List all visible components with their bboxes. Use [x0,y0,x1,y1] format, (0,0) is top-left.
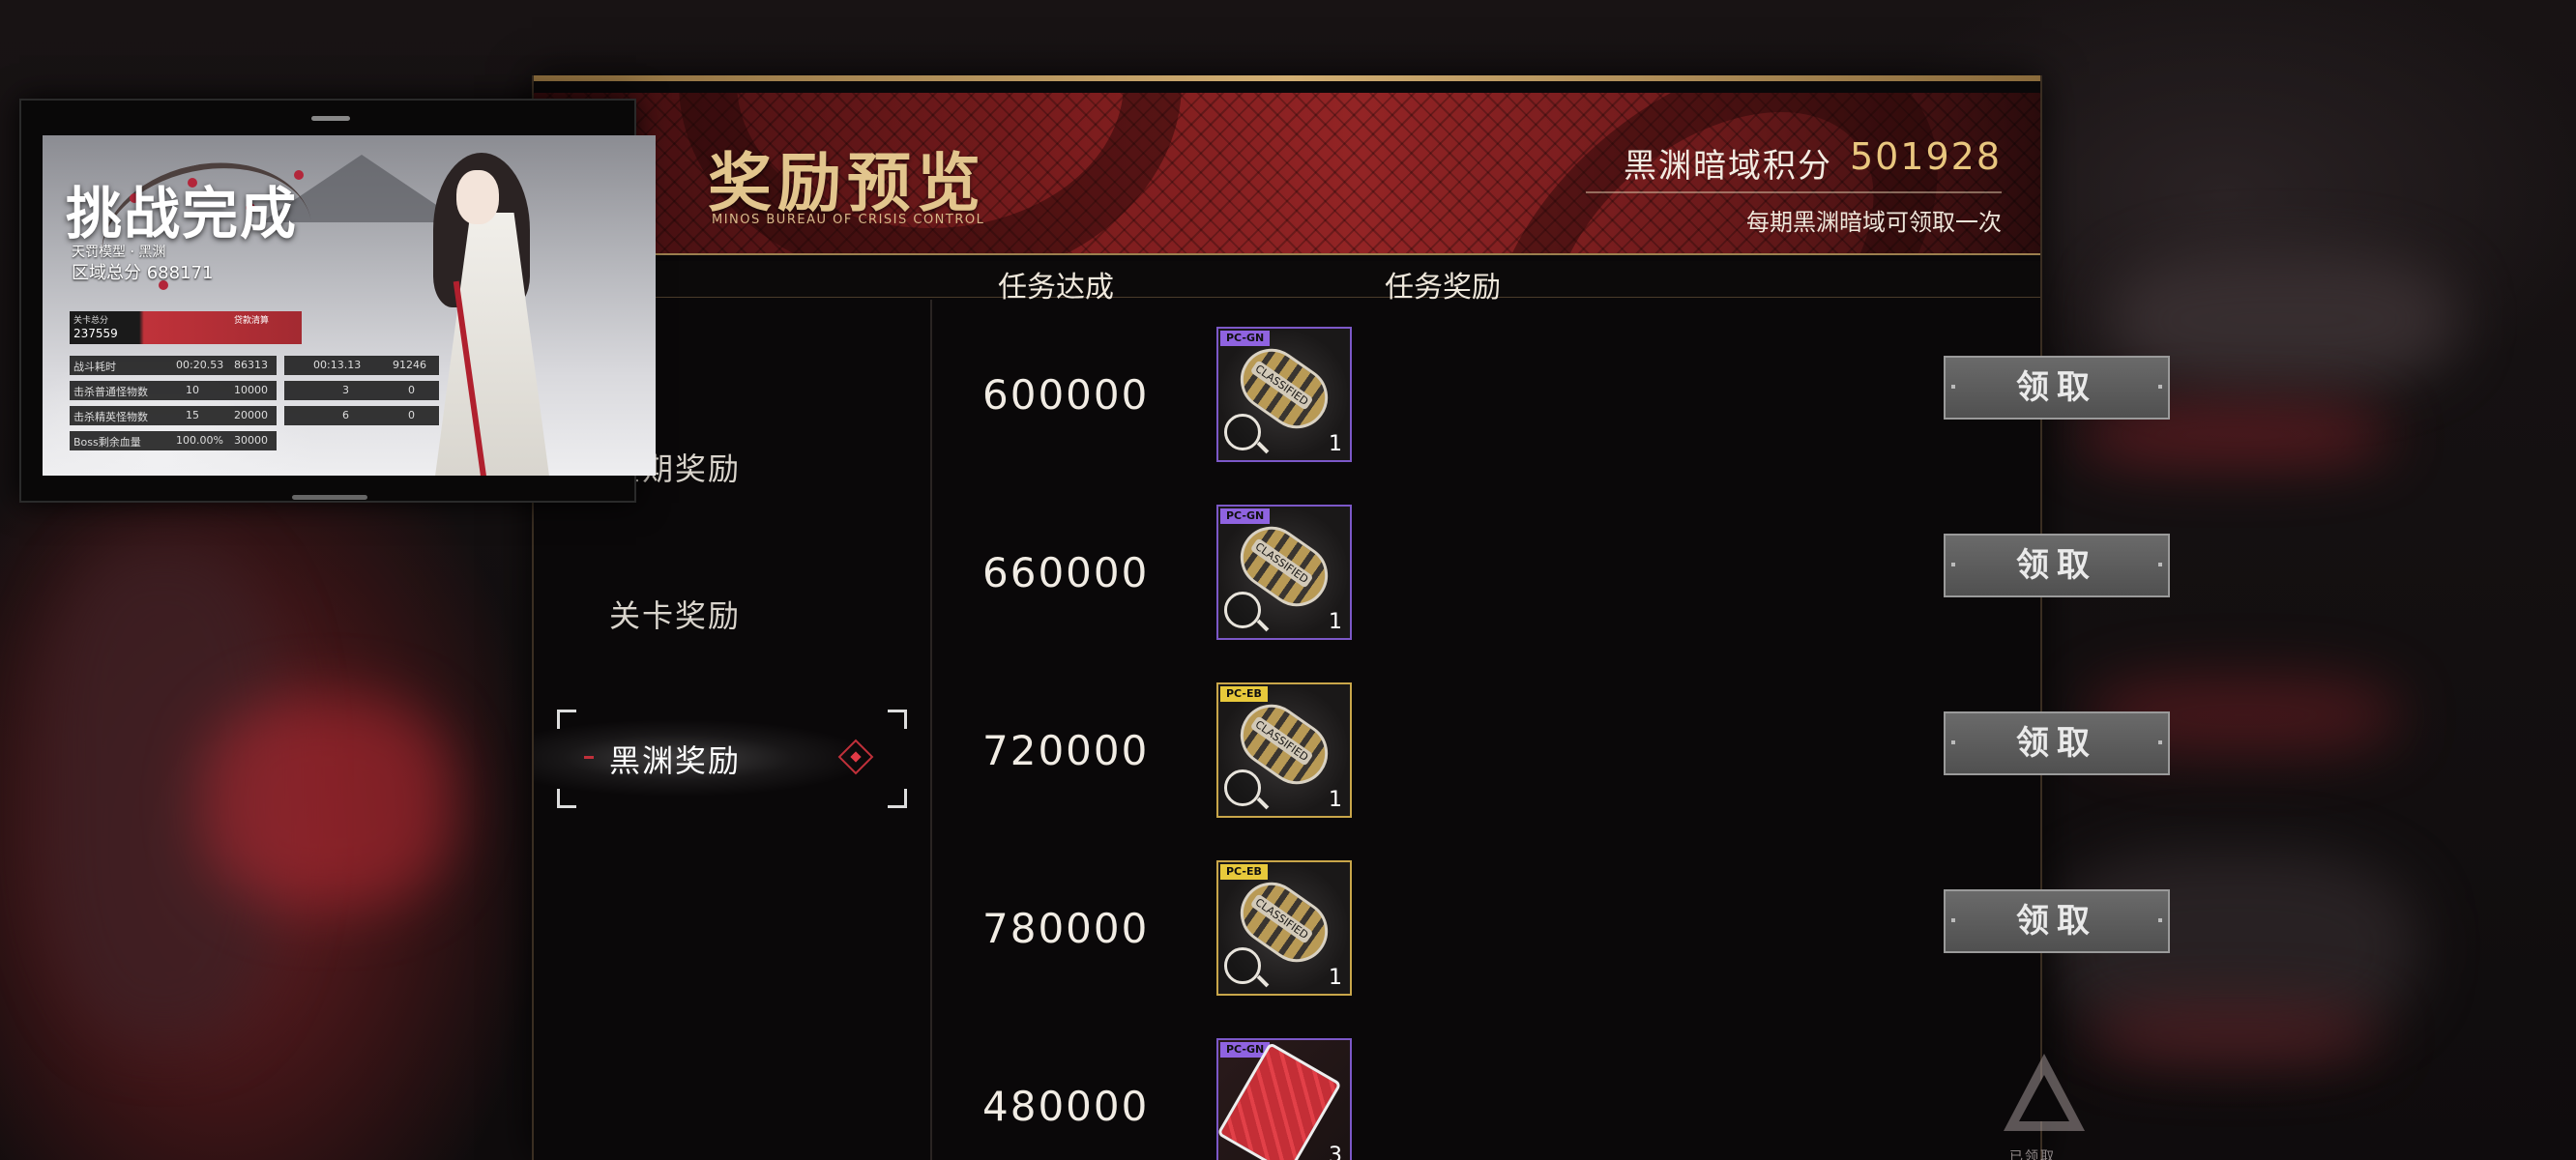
claim-button[interactable]: 领取 [1944,534,2170,597]
claimed-icon-inner [2019,1075,2069,1121]
diamond-icon [837,739,874,775]
stat-score: 0 [408,409,415,421]
claim-button[interactable]: 领取 [1944,711,2170,775]
stage-score-tag: 贷款清算 [234,316,270,326]
stage-score-value: 237559 [73,327,118,340]
stat-row: 6 0 [284,406,439,425]
reward-item[interactable]: PC-EB 1 [1216,682,1352,818]
claimed-stamp: 已领取 [1980,1054,2106,1160]
stat-score: 10000 [234,384,268,396]
reward-row: 720000 PC-EB 1 领取 [930,679,2170,856]
column-reward: 任务奖励 [1385,271,1501,304]
selection-corner [557,789,576,808]
claim-button[interactable]: 领取 [1944,356,2170,420]
item-tag: PC-GN [1220,508,1271,524]
stat-score: 20000 [234,409,268,421]
selection-corner [557,710,576,729]
item-count: 1 [1329,966,1342,990]
drag-handle[interactable] [311,116,350,121]
claim-button[interactable]: 领取 [1944,889,2170,953]
sidebar-item-label: 关卡奖励 [609,597,742,634]
score-label: 黑渊暗域积分 [1624,147,1832,186]
stat-row: 战斗耗时 00:20.53 86313 [70,356,277,375]
item-count: 1 [1329,788,1342,812]
stat-row: Boss剩余血量 100.00% 30000 [70,431,277,450]
stat-score: 91246 [393,359,426,371]
stat-row: 击杀精英怪物数 15 20000 [70,406,277,425]
card-item-icon [1216,1041,1342,1160]
task-goal: 660000 [982,549,1150,596]
item-count: 3 [1329,1144,1342,1160]
magnifier-icon [1224,947,1261,984]
page-title: 奖励预览 [708,145,986,220]
column-task: 任务达成 [998,271,1114,304]
item-tag: PC-GN [1220,331,1271,346]
reward-row: 600000 PC-GN 1 领取 [930,323,2170,501]
panel-top-border [534,75,2040,81]
stat-label: Boss剩余血量 [73,436,141,449]
reward-row: 480000 PC-GN 3 已领取 [930,1034,2085,1160]
popup-title: 挑战完成 [66,181,299,246]
stat-label: 战斗耗时 [73,361,116,373]
bg-blur [2089,1005,2379,1063]
stat-score: 0 [408,384,415,396]
stat-row: 00:13.13 91246 [284,356,439,375]
drag-handle[interactable] [292,495,367,500]
task-goal: 480000 [982,1083,1150,1130]
reward-row: 780000 PC-EB 1 领取 [930,856,2170,1034]
column-header: 任务达成 任务奖励 [534,261,2040,304]
sidebar-item-label: 黑渊奖励 [609,742,742,779]
item-count: 1 [1329,432,1342,456]
stat-value: 15 [186,409,199,421]
sidebar-item-abyss[interactable]: 黑渊奖励 [534,710,930,808]
reward-item[interactable]: PC-EB 1 [1216,860,1352,996]
stat-score: 30000 [234,434,268,447]
reward-preview-panel: 奖励预览 MINOS BUREAU OF CRISIS CONTROL 黑渊暗域… [532,75,2170,1160]
stat-row: 击杀普通怪物数 10 10000 [70,381,277,400]
claimed-text: 已领取 [2009,1149,2056,1160]
stat-label: 击杀精英怪物数 [73,411,148,423]
magnifier-icon [1224,769,1261,806]
magnifier-icon [1224,414,1261,450]
stat-value: 100.00% [176,434,223,447]
page-subtitle: MINOS BUREAU OF CRISIS CONTROL [712,213,985,227]
reward-item[interactable]: PC-GN 1 [1216,327,1352,462]
stat-value: 00:20.53 [176,359,224,371]
selection-corner [888,710,907,729]
reward-row: 660000 PC-GN 1 领取 [930,501,2170,679]
item-tag: PC-EB [1220,686,1268,702]
reward-item[interactable]: PC-GN 1 [1216,505,1352,640]
stage-score-bar: 关卡总分 237559 贷款清算 [70,311,302,344]
stat-row: 3 0 [284,381,439,400]
banner: 奖励预览 MINOS BUREAU OF CRISIS CONTROL 黑渊暗域… [534,93,2040,255]
stat-label: 击杀普通怪物数 [73,386,148,398]
character-face [456,170,499,224]
item-tag: PC-EB [1220,864,1268,880]
task-goal: 720000 [982,727,1150,774]
task-goal: 600000 [982,371,1150,419]
stage-score-label: 关卡总分 [73,316,109,326]
reward-item[interactable]: PC-GN 3 [1216,1038,1352,1160]
stat-value: 6 [342,409,349,421]
magnifier-icon [1224,592,1261,628]
stat-value: 3 [342,384,349,396]
selection-corner [888,789,907,808]
score-note: 每期黑渊暗域可领取一次 [1746,209,2002,236]
divider [1586,191,2002,193]
result-screenshot: 挑战完成 天罚模型 · 黑渊 区域总分 688171 关卡总分 237559 贷… [43,135,656,476]
stat-value: 00:13.13 [313,359,362,371]
bg-blur [203,696,454,909]
total-label: 区域总分 [72,263,141,283]
task-goal: 780000 [982,905,1150,952]
challenge-complete-popup[interactable]: 挑战完成 天罚模型 · 黑渊 区域总分 688171 关卡总分 237559 贷… [19,99,656,503]
score-value: 501928 [1849,135,2002,178]
sidebar-item-stage[interactable]: 关卡奖励 [534,574,930,652]
total-value: 688171 [146,263,214,283]
item-count: 1 [1329,610,1342,634]
stat-score: 86313 [234,359,268,371]
selection-marker [584,756,594,759]
popup-subtitle: 天罚模型 · 黑渊 [72,245,166,260]
stat-value: 10 [186,384,199,396]
popup-total: 区域总分 688171 [72,259,213,284]
